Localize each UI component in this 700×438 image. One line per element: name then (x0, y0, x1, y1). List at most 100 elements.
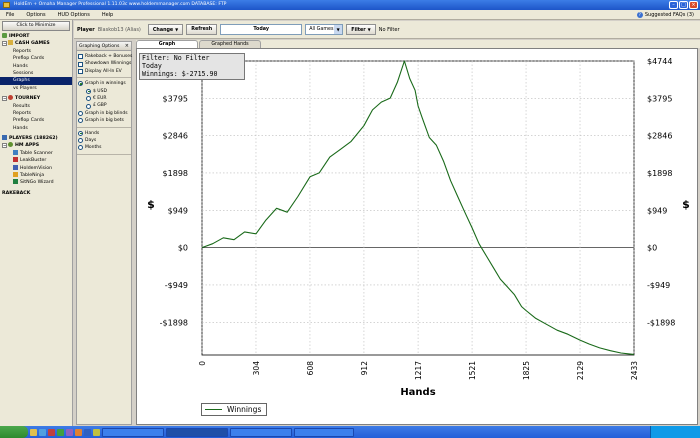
close-window-button[interactable]: × (689, 1, 698, 9)
nav-tourney-hands[interactable]: Hands (0, 125, 72, 132)
sitngo-wizard-icon (13, 179, 18, 185)
nav-cash-games-label: CASH GAMES (15, 41, 50, 47)
y-axis-label-right: $ (682, 198, 690, 211)
nav-app-table-scanner[interactable]: Table Scanner (0, 149, 72, 157)
chevron-down-icon: ▼ (334, 25, 343, 34)
all-in-ev-checkbox[interactable]: Display All-In EV (78, 68, 130, 75)
nav-hm-apps-label: HM APPS (15, 143, 40, 149)
x-tick-label: 912 (360, 361, 369, 376)
window-title-bar: HoldEm + Omaha Manager Professional 1.11… (0, 0, 700, 10)
legend-swatch (205, 409, 222, 410)
leakbuster-icon (13, 157, 18, 163)
nav-cash-hands[interactable]: Hands (0, 63, 72, 70)
collapse-icon[interactable]: − (2, 143, 7, 149)
nav-import[interactable]: IMPORT (0, 33, 72, 40)
nav-tourney[interactable]: − TOURNEY (0, 95, 72, 102)
currency-usd-radio[interactable]: $ USD (78, 88, 130, 95)
menu-help[interactable]: Help (96, 12, 119, 18)
date-range-selector[interactable]: Today (220, 24, 303, 35)
menu-file[interactable]: File (0, 12, 20, 18)
nav-hm-apps[interactable]: − HM APPS (0, 142, 72, 149)
collapse-icon[interactable]: − (2, 96, 7, 102)
y-tick-label-left: -$949 (165, 281, 188, 290)
filter-line: Filter: No Filter (142, 54, 210, 62)
collapse-icon[interactable]: − (2, 41, 7, 47)
windows-taskbar (0, 426, 700, 438)
start-button[interactable] (0, 426, 28, 438)
player-toolbar: Player Blaskob13 (Alias) Change ▼ Refresh… (74, 21, 700, 39)
change-player-button[interactable]: Change ▼ (147, 24, 184, 35)
graph-in-winnings-radio[interactable]: Graph in winnings (78, 80, 130, 87)
minimize-window-button[interactable]: – (669, 1, 678, 9)
x-tick-label: 2129 (576, 361, 585, 380)
quicklaunch-icon[interactable] (75, 428, 82, 436)
menu-options[interactable]: Options (20, 12, 51, 18)
quicklaunch-icon[interactable] (93, 428, 100, 436)
suggested-faqs-link[interactable]: ? Suggested FAQs (3) (636, 11, 700, 18)
nav-import-label: IMPORT (9, 34, 30, 39)
nav-tourney-reports[interactable]: Reports (0, 110, 72, 117)
nav-cash-games[interactable]: − CASH GAMES (0, 40, 72, 47)
taskbar-task[interactable] (230, 427, 292, 437)
nav-players-label: PLAYERS (188262) (9, 136, 58, 142)
y-tick-label-right: -$1898 (647, 318, 675, 327)
taskbar-task[interactable] (166, 427, 228, 437)
minimize-sidebar-button[interactable]: Click to Minimize (2, 21, 70, 31)
rakeback-bonuses-checkbox[interactable]: Rakeback + Bonuses (78, 53, 132, 60)
quicklaunch-icon[interactable] (48, 428, 55, 436)
y-tick-label-left: -$1898 (160, 318, 188, 327)
game-type-select[interactable]: All Games ▼ (305, 24, 344, 35)
taskbar-task[interactable] (102, 427, 164, 437)
graph-tab-strip: Graph Graphed Hands (136, 40, 700, 48)
nav-cash-sessions[interactable]: Sessions (0, 70, 72, 77)
x-axis-label: Hands (400, 387, 435, 398)
y-tick-label-right: $3795 (647, 94, 672, 103)
x-tick-label: 608 (306, 361, 315, 376)
quicklaunch-icon[interactable] (39, 428, 46, 436)
currency-eur-radio[interactable]: € EUR (78, 95, 130, 102)
nav-app-holdemvision[interactable]: HoldemVision (0, 164, 72, 172)
x-tick-label: 1825 (522, 361, 531, 380)
x-tick-label: 304 (252, 361, 261, 376)
showdown-winnings-checkbox[interactable]: Showdown Winnings (78, 60, 131, 67)
nav-cash-graphs[interactable]: Graphs (0, 77, 72, 85)
nav-tourney-preflop-cards[interactable]: Preflop Cards (0, 117, 72, 124)
graph-in-big-bets-radio[interactable]: Graph in big bets (78, 117, 130, 124)
tab-graphed-hands[interactable]: Graphed Hands (199, 40, 261, 48)
currency-gbp-radio[interactable]: £ GBP (78, 102, 130, 109)
holdemvision-icon (13, 164, 18, 170)
refresh-button[interactable]: Refresh (186, 24, 218, 35)
nav-cash-vs-players[interactable]: vs Players (0, 85, 72, 92)
y-tick-label-right: $0 (647, 244, 657, 253)
nav-app-leakbuster[interactable]: LeakBuster (0, 157, 72, 164)
app-icon (3, 2, 10, 8)
quicklaunch-icon[interactable] (66, 428, 73, 436)
menu-bar: File Options HUD Options Help ? Suggeste… (0, 10, 700, 20)
quicklaunch-icon[interactable] (84, 428, 91, 436)
quicklaunch-icon[interactable] (57, 428, 64, 436)
y-axis-label-left: $ (147, 198, 155, 211)
period-days-radio[interactable]: Days (78, 137, 130, 144)
period-months-radio[interactable]: Months (78, 144, 130, 151)
chart-legend: Winnings (201, 403, 267, 416)
nav-app-tableninja[interactable]: TableNinja (0, 172, 72, 179)
maximize-window-button[interactable]: □ (679, 1, 688, 9)
nav-cash-preflop-cards[interactable]: Preflop Cards (0, 55, 72, 62)
x-tick-label: 0 (198, 361, 207, 366)
tab-graph[interactable]: Graph (136, 40, 198, 48)
table-scanner-icon (13, 149, 18, 155)
close-icon[interactable]: × (125, 42, 129, 51)
graph-in-big-blinds-radio[interactable]: Graph in big blinds (78, 110, 130, 117)
nav-cash-reports[interactable]: Reports (0, 48, 72, 55)
nav-rakeback[interactable]: RAKEBACK (0, 190, 72, 197)
quicklaunch-icon[interactable] (30, 428, 37, 436)
filter-button[interactable]: Filter ▼ (346, 24, 376, 35)
nav-players[interactable]: PLAYERS (188262) (0, 135, 72, 142)
taskbar-task[interactable] (294, 427, 354, 437)
suggested-faqs-label: Suggested FAQs (3) (644, 11, 694, 18)
nav-tourney-results[interactable]: Results (0, 103, 72, 110)
x-tick-label: 1521 (468, 361, 477, 380)
menu-hud-options[interactable]: HUD Options (52, 12, 96, 18)
period-hands-radio[interactable]: Hands (78, 130, 130, 137)
nav-app-sitngo-wizard[interactable]: SitNGo Wizard (0, 179, 72, 186)
